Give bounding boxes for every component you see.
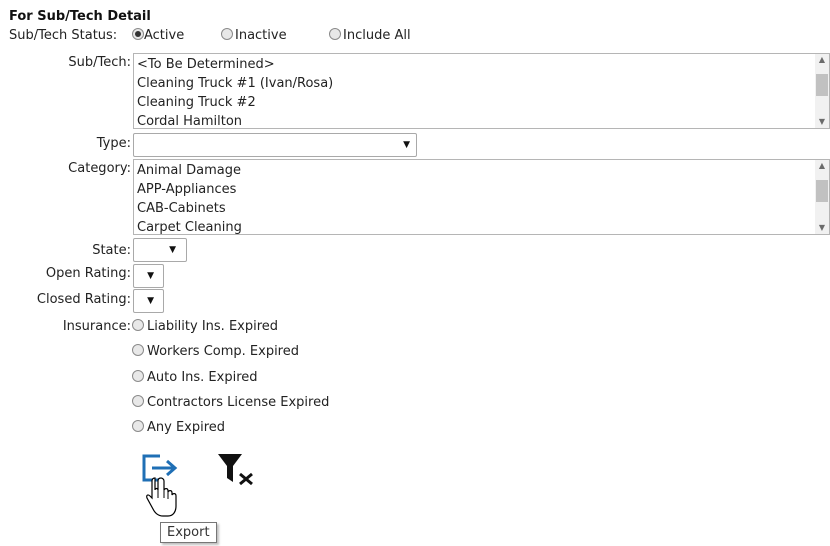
chevron-down-icon: ▼	[169, 245, 176, 255]
list-item[interactable]: CAB-Cabinets	[137, 199, 813, 218]
radio-inactive[interactable]	[221, 28, 233, 40]
state-label: State:	[92, 243, 131, 258]
type-label: Type:	[96, 136, 131, 151]
list-item[interactable]: APP-Appliances	[137, 180, 813, 199]
list-item[interactable]: Cleaning Truck #2	[137, 93, 813, 112]
list-item[interactable]: <To Be Determined>	[137, 55, 813, 74]
scroll-down-icon[interactable]: ▼	[815, 116, 829, 128]
subtech-scrollbar[interactable]: ▲ ▼	[815, 54, 829, 128]
insurance-label: Insurance:	[62, 319, 131, 334]
radio-auto[interactable]	[132, 370, 144, 382]
closed-rating-label: Closed Rating:	[36, 292, 131, 307]
type-select[interactable]: ▼	[133, 133, 417, 157]
category-listbox[interactable]: Animal Damage APP-Appliances CAB-Cabinet…	[133, 159, 830, 235]
export-tooltip: Export	[160, 522, 217, 543]
scroll-thumb[interactable]	[816, 74, 828, 96]
open-rating-label: Open Rating:	[45, 266, 131, 281]
radio-any[interactable]	[132, 420, 144, 432]
chevron-down-icon: ▼	[403, 140, 410, 150]
insurance-option-any[interactable]: Any Expired	[132, 420, 225, 435]
status-option-active[interactable]: Active	[132, 28, 184, 43]
scroll-up-icon[interactable]: ▲	[815, 54, 829, 66]
subtech-label: Sub/Tech:	[68, 55, 131, 70]
clear-filter-button[interactable]	[216, 452, 258, 486]
category-scrollbar[interactable]: ▲ ▼	[815, 160, 829, 234]
radio-liability[interactable]	[132, 319, 144, 331]
scroll-down-icon[interactable]: ▼	[815, 222, 829, 234]
clear-filter-icon	[218, 454, 253, 486]
subtech-listbox[interactable]: <To Be Determined> Cleaning Truck #1 (Iv…	[133, 53, 830, 129]
insurance-option-auto[interactable]: Auto Ins. Expired	[132, 370, 258, 385]
radio-workers-comp[interactable]	[132, 344, 144, 356]
status-label: Sub/Tech Status:	[9, 28, 118, 43]
list-item[interactable]: Cleaning Truck #1 (Ivan/Rosa)	[137, 74, 813, 93]
section-title: For Sub/Tech Detail	[9, 9, 151, 24]
insurance-option-contractors-license[interactable]: Contractors License Expired	[132, 395, 329, 410]
scroll-up-icon[interactable]: ▲	[815, 160, 829, 172]
list-item[interactable]: Animal Damage	[137, 161, 813, 180]
status-option-inactive[interactable]: Inactive	[221, 28, 287, 43]
radio-contractors-license[interactable]	[132, 395, 144, 407]
state-select[interactable]: ▼	[133, 238, 187, 262]
radio-active[interactable]	[132, 28, 144, 40]
status-option-include-all[interactable]: Include All	[329, 28, 411, 43]
list-item[interactable]: Cordal Hamilton	[137, 112, 813, 128]
hand-pointer-icon	[145, 476, 179, 520]
radio-include-all[interactable]	[329, 28, 341, 40]
open-rating-select[interactable]: ▼	[133, 264, 164, 288]
chevron-down-icon: ▼	[147, 296, 154, 306]
closed-rating-select[interactable]: ▼	[133, 289, 164, 313]
insurance-option-liability[interactable]: Liability Ins. Expired	[132, 319, 278, 334]
chevron-down-icon: ▼	[147, 271, 154, 281]
category-label: Category:	[68, 161, 131, 176]
list-item[interactable]: Carpet Cleaning	[137, 218, 813, 234]
scroll-thumb[interactable]	[816, 180, 828, 202]
insurance-option-workers-comp[interactable]: Workers Comp. Expired	[132, 344, 299, 359]
